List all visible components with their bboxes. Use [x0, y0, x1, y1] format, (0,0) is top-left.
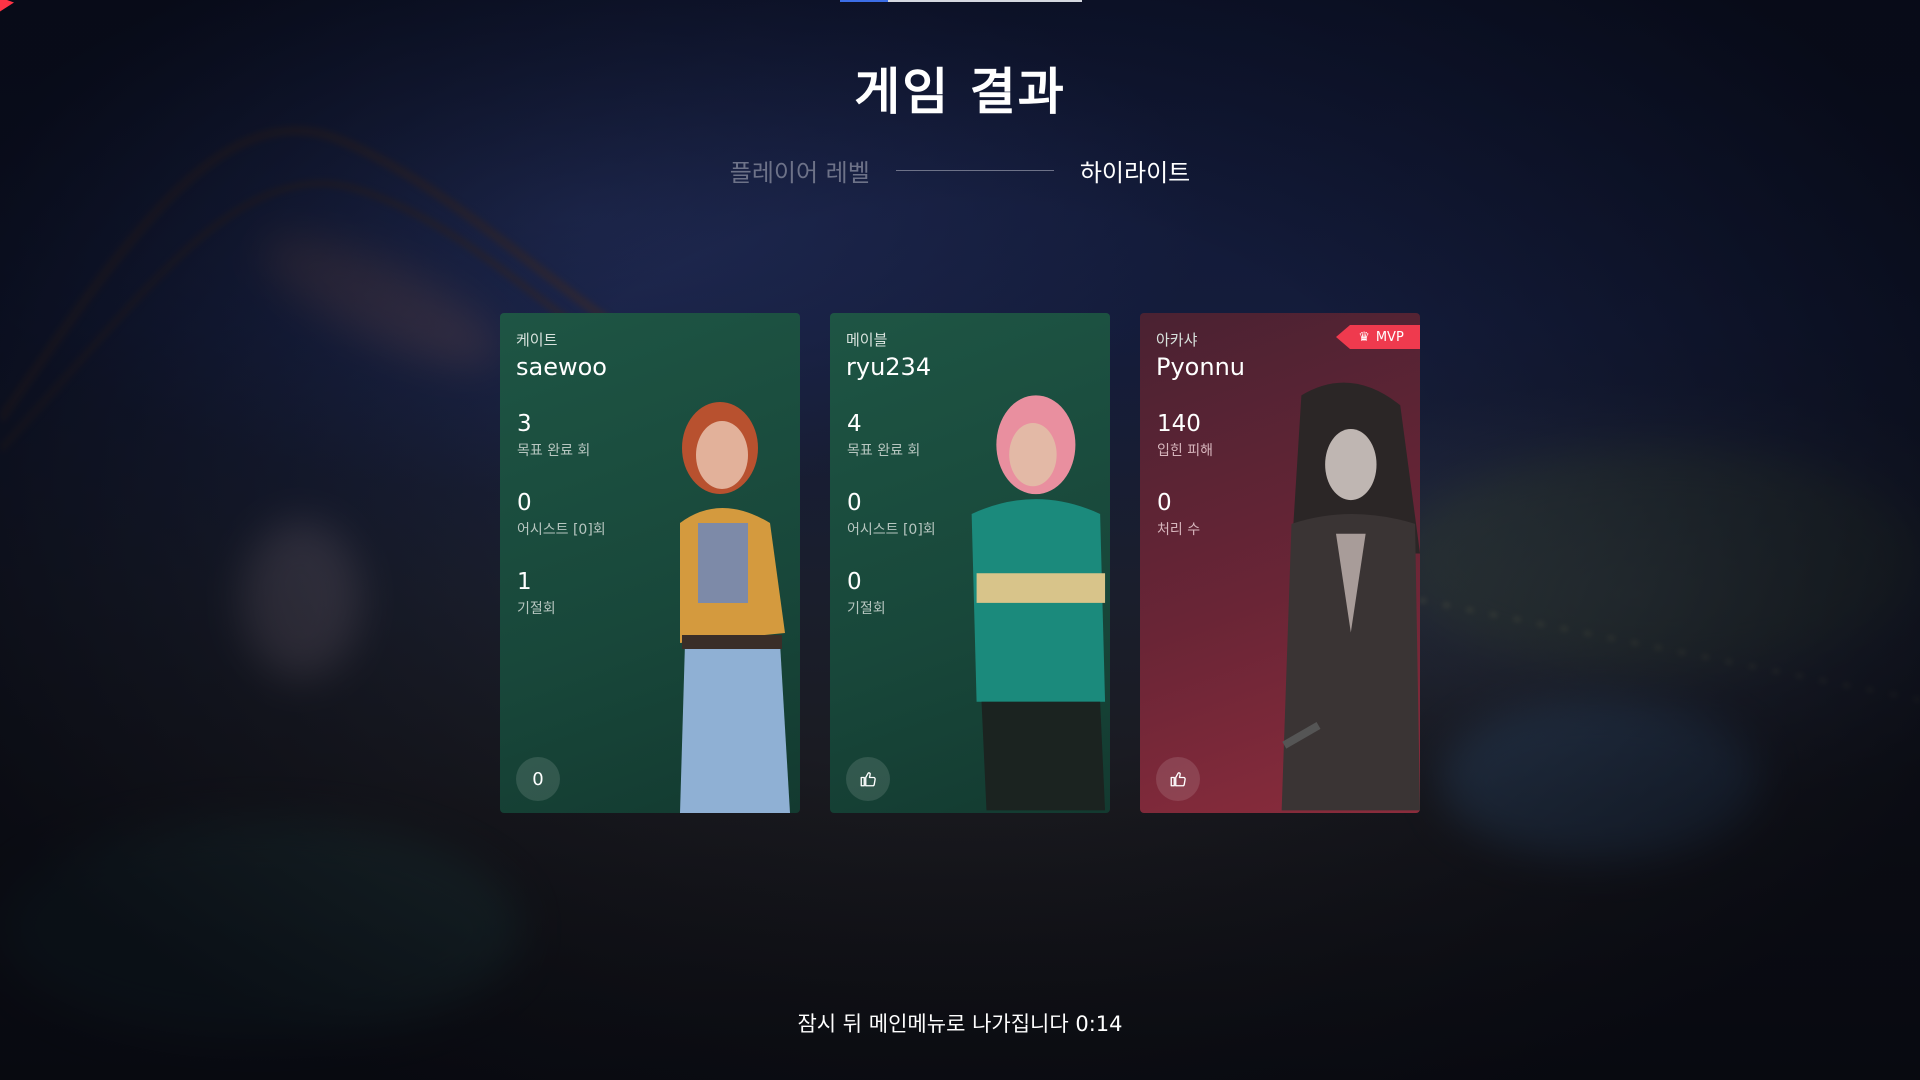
tab-player-level[interactable]: 플레이어 레벨 [730, 153, 870, 188]
result-tabs: 플레이어 레벨 하이라이트 [0, 153, 1920, 188]
stat-value: 140 [1157, 411, 1201, 437]
player-name: ryu234 [846, 353, 932, 381]
stat-value: 0 [847, 490, 862, 516]
tab-divider [895, 170, 1054, 171]
stat-block: 3 목표 완료 회 [517, 411, 590, 460]
character-name: 아카샤 [1156, 331, 1198, 349]
character-name: 메이블 [846, 331, 888, 349]
character-portrait-kate [680, 402, 790, 813]
progress-fill [840, 0, 889, 2]
player-card: ♛ MVP 아카샤 Pyonnu 140 입힌 피해 0 처리 수 [1140, 313, 1420, 813]
stat-label: 기절회 [847, 601, 886, 617]
character-name: 케이트 [516, 331, 558, 349]
player-card: 케이트 saewoo 3 목표 완료 회 0 어시스트 [0]회 1 기절회 0 [500, 313, 800, 813]
mvp-badge: ♛ MVP [1336, 325, 1420, 349]
stat-value: 0 [847, 569, 862, 595]
stat-block: 0 기절회 [847, 569, 886, 618]
player-card: 메이블 ryu234 4 목표 완료 회 0 어시스트 [0]회 0 기절회 [830, 313, 1110, 813]
stat-block: 4 목표 완료 회 [847, 411, 920, 460]
stat-label: 처리 수 [1157, 522, 1201, 538]
stat-label: 어시스트 [0]회 [517, 522, 606, 538]
thumbs-up-icon [860, 772, 876, 787]
stat-block: 1 기절회 [517, 569, 556, 618]
stat-label: 기절회 [517, 601, 556, 617]
stat-value: 0 [1157, 490, 1172, 516]
stat-block: 0 어시스트 [0]회 [847, 490, 936, 539]
stat-label: 목표 완료 회 [847, 443, 921, 459]
character-portrait-akasha [1281, 382, 1420, 811]
character-portrait-mabel [971, 395, 1106, 811]
stat-label: 어시스트 [0]회 [847, 522, 936, 538]
thumbs-up-button[interactable] [1156, 757, 1200, 801]
crown-icon: ♛ [1358, 329, 1370, 345]
stat-block: 140 입힌 피해 [1157, 411, 1213, 460]
stat-value: 4 [847, 411, 862, 437]
stat-label: 입힌 피해 [1157, 443, 1213, 459]
mvp-label: MVP [1375, 329, 1404, 345]
player-name: saewoo [516, 353, 607, 381]
thumbs-up-icon [1170, 772, 1186, 787]
progress-bar [840, 0, 1082, 2]
stat-block: 0 어시스트 [0]회 [517, 490, 606, 539]
stat-value: 3 [517, 411, 532, 437]
thumbs-up-button[interactable] [846, 757, 890, 801]
return-countdown: 잠시 뒤 메인메뉴로 나가집니다 0:14 [797, 1012, 1123, 1036]
like-count-button[interactable]: 0 [516, 757, 560, 801]
stat-value: 0 [517, 490, 532, 516]
page-title: 게임 결과 [854, 63, 1066, 121]
stat-value: 1 [517, 569, 532, 595]
stat-label: 목표 완료 회 [517, 443, 591, 459]
tab-highlight[interactable]: 하이라이트 [1080, 153, 1190, 188]
stat-block: 0 처리 수 [1157, 490, 1200, 539]
player-name: Pyonnu [1156, 353, 1245, 381]
